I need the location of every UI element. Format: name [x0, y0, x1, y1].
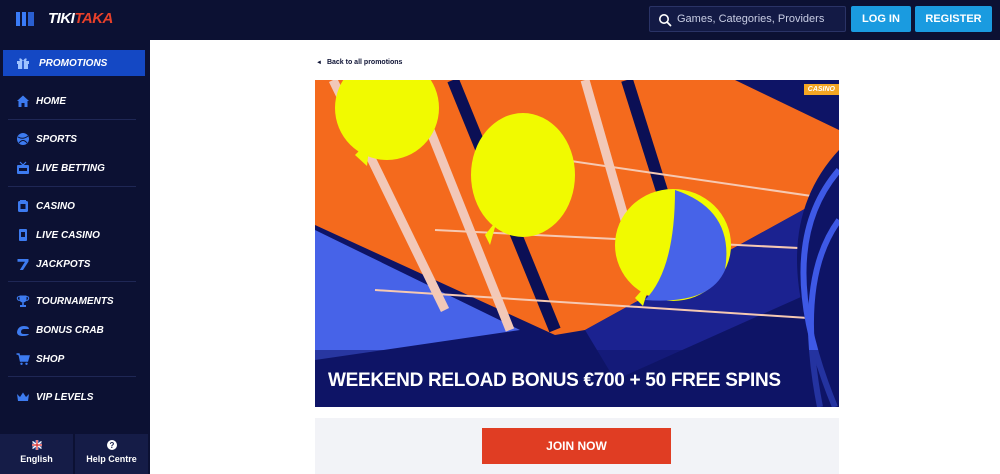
logo[interactable]: TIKITAKA	[48, 10, 113, 27]
sidebar-item-label: LIVE BETTING	[36, 162, 105, 174]
sidebar-item-label: TOURNAMENTS	[36, 295, 114, 307]
sidebar-item-live-betting[interactable]: LIVE BETTING	[0, 155, 145, 181]
sidebar-item-label: PROMOTIONS	[39, 57, 108, 69]
back-arrow-icon: ◄	[316, 59, 322, 66]
menu-toggle-icon[interactable]	[16, 12, 34, 26]
top-bar: TIKITAKA Games, Categories, Providers LO…	[0, 0, 1000, 40]
sidebar-divider	[8, 376, 136, 377]
language-selector[interactable]: English	[0, 434, 73, 474]
crown-icon	[17, 392, 29, 401]
uk-flag-icon	[31, 440, 42, 450]
sidebar-item-sports[interactable]: SPORTS	[0, 126, 145, 152]
category-badge: CASINO	[803, 84, 839, 95]
sidebar-divider	[8, 281, 136, 282]
join-panel: JOIN NOW	[315, 418, 839, 474]
search-placeholder: Games, Categories, Providers	[677, 13, 825, 25]
help-centre-link[interactable]: ? Help Centre	[75, 434, 148, 474]
promotion-title: WEEKEND RELOAD BONUS €700 + 50 FREE SPIN…	[328, 370, 781, 391]
sidebar-item-live-casino[interactable]: LIVE CASINO	[0, 222, 145, 248]
sidebar-item-label: CASINO	[36, 200, 75, 212]
sidebar-item-vip-levels[interactable]: VIP LEVELS	[0, 384, 145, 410]
sidebar-item-bonus-crab[interactable]: BONUS CRAB	[0, 317, 145, 343]
sidebar-item-promotions[interactable]: PROMOTIONS	[3, 50, 145, 76]
live-tv-icon	[17, 161, 29, 174]
gift-icon	[17, 58, 29, 69]
crab-icon	[17, 326, 29, 336]
search-input[interactable]: Games, Categories, Providers	[649, 6, 846, 32]
login-button[interactable]: LOG IN	[851, 6, 911, 32]
sidebar-item-label: HOME	[36, 95, 66, 107]
promotion-banner: CASINO WEEKEND RELOAD BONUS €700 + 50 FR…	[315, 80, 839, 407]
sidebar-item-label: SHOP	[36, 353, 65, 365]
logo-text-part1: TIKI	[48, 10, 75, 27]
sidebar-footer: English ? Help Centre	[0, 434, 150, 474]
sidebar-divider	[8, 119, 136, 120]
sidebar-item-label: SPORTS	[36, 133, 77, 145]
help-label: Help Centre	[86, 454, 137, 464]
casino-chip-icon	[18, 200, 28, 212]
sidebar-item-jackpots[interactable]: JACKPOTS	[0, 251, 145, 277]
sidebar-item-label: JACKPOTS	[36, 258, 91, 270]
ball-icon	[17, 133, 29, 145]
svg-text:?: ?	[109, 441, 114, 450]
sidebar-item-tournaments[interactable]: TOURNAMENTS	[0, 288, 145, 314]
logo-text-part2: TAKA	[74, 10, 113, 27]
trophy-icon	[16, 295, 30, 307]
sidebar-item-label: LIVE CASINO	[36, 229, 100, 241]
sidebar-item-shop[interactable]: SHOP	[0, 346, 145, 372]
sidebar-item-label: VIP LEVELS	[36, 391, 94, 403]
language-label: English	[20, 454, 53, 464]
slot-reels-illustration	[315, 80, 839, 407]
sidebar-item-label: BONUS CRAB	[36, 324, 104, 336]
home-icon	[17, 95, 29, 107]
sidebar-item-home[interactable]: HOME	[0, 88, 145, 114]
seven-icon	[17, 259, 29, 270]
card-icon	[19, 229, 27, 241]
sidebar: PROMOTIONS HOME SPORTS LIVE BETTING CASI…	[0, 40, 150, 474]
register-button[interactable]: REGISTER	[915, 6, 992, 32]
cart-icon	[16, 353, 30, 365]
back-to-promotions-link[interactable]: ◄ Back to all promotions	[316, 59, 402, 66]
back-link-label: Back to all promotions	[326, 59, 403, 66]
sidebar-item-casino[interactable]: CASINO	[0, 193, 145, 219]
help-icon: ?	[106, 440, 117, 450]
join-now-button[interactable]: JOIN NOW	[482, 428, 671, 464]
search-icon	[659, 14, 672, 27]
sidebar-divider	[8, 186, 136, 187]
